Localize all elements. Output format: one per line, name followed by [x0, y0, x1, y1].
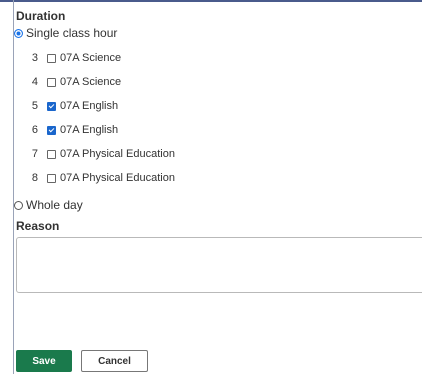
period-row-3[interactable]: 3 07A Science — [16, 46, 422, 70]
left-border — [13, 0, 14, 374]
form-actions: Save Cancel — [16, 350, 148, 372]
period-checkbox-3[interactable] — [47, 53, 56, 63]
period-number: 7 — [31, 148, 38, 160]
period-number: 5 — [31, 100, 38, 112]
period-number: 4 — [31, 76, 38, 88]
whole-day-radio[interactable] — [14, 200, 23, 210]
period-row-4[interactable]: 4 07A Science — [16, 70, 422, 94]
period-row-6[interactable]: 6 07A English — [16, 118, 422, 142]
absence-form: Duration Single class hour 3 07A Science… — [14, 8, 422, 293]
reason-label: Reason — [16, 219, 60, 233]
period-label: 07A English — [60, 124, 119, 136]
whole-day-option[interactable]: Whole day — [14, 196, 422, 214]
period-checkbox-4[interactable] — [47, 77, 56, 87]
period-row-5[interactable]: 5 07A English — [16, 94, 422, 118]
period-list: 3 07A Science 4 07A Science 5 07A Englis… — [16, 46, 422, 190]
period-checkbox-7[interactable] — [47, 149, 56, 159]
period-number: 6 — [31, 124, 38, 136]
period-checkbox-5[interactable] — [47, 101, 56, 111]
period-label: 07A Physical Education — [60, 172, 175, 184]
cancel-button[interactable]: Cancel — [81, 350, 148, 372]
single-class-hour-radio[interactable] — [14, 28, 23, 38]
save-button[interactable]: Save — [16, 350, 72, 372]
period-label: 07A English — [60, 100, 119, 112]
period-checkbox-6[interactable] — [47, 125, 56, 135]
period-label: 07A Science — [60, 52, 122, 64]
top-border — [0, 0, 422, 2]
period-row-7[interactable]: 7 07A Physical Education — [16, 142, 422, 166]
single-class-hour-label: Single class hour — [26, 26, 118, 40]
period-number: 3 — [31, 52, 38, 64]
reason-textarea[interactable] — [16, 237, 422, 293]
period-label: 07A Physical Education — [60, 148, 175, 160]
period-checkbox-8[interactable] — [47, 173, 56, 183]
period-row-8[interactable]: 8 07A Physical Education — [16, 166, 422, 190]
whole-day-label: Whole day — [26, 198, 83, 212]
period-label: 07A Science — [60, 76, 122, 88]
period-number: 8 — [31, 172, 38, 184]
duration-label: Duration — [16, 9, 66, 23]
single-class-hour-option[interactable]: Single class hour — [14, 24, 422, 42]
